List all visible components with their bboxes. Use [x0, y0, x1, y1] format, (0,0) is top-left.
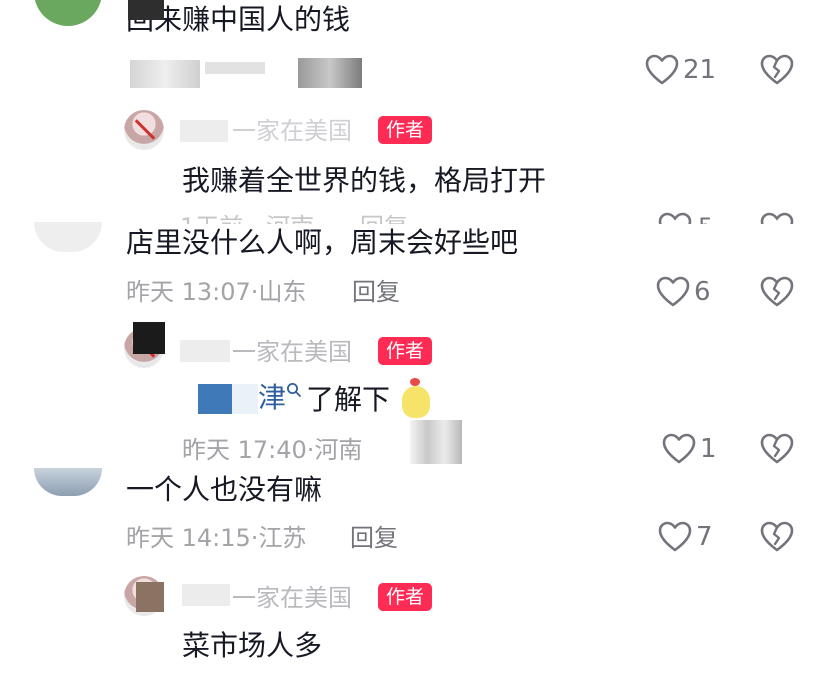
censor-block: [198, 384, 232, 414]
author-avatar[interactable]: [124, 110, 164, 150]
author-name[interactable]: 一家在美国: [232, 116, 352, 146]
blurred-name: [180, 340, 230, 362]
comment-text: 我赚着全世界的钱，格局打开: [182, 164, 547, 197]
dislike-button[interactable]: [760, 433, 794, 469]
blurred-reply-button[interactable]: [410, 420, 462, 464]
comment-text: 菜市场人多: [182, 629, 323, 662]
dislike-button[interactable]: [760, 54, 794, 90]
emoji-sticker: [402, 378, 430, 418]
reply-button[interactable]: 回复: [352, 277, 400, 307]
blurred-text: [232, 384, 258, 414]
dislike-button[interactable]: [760, 276, 794, 312]
like-count: 5: [698, 212, 713, 224]
author-name[interactable]: 一家在美国: [232, 337, 352, 367]
like-button[interactable]: 21: [645, 54, 716, 86]
author-badge: 作者: [378, 337, 433, 365]
commenter-avatar[interactable]: [34, 222, 102, 252]
commenter-avatar[interactable]: [34, 468, 102, 496]
like-count: 7: [696, 522, 713, 552]
censor-block: [136, 582, 164, 612]
censor-block: [133, 322, 165, 354]
blurred-meta: [298, 58, 362, 88]
reply-button[interactable]: 回复: [350, 523, 398, 553]
blurred-meta: [130, 60, 200, 88]
like-button[interactable]: 1: [662, 433, 717, 465]
like-button[interactable]: 6: [656, 276, 711, 308]
broken-heart-icon: [760, 54, 794, 90]
commenter-avatar[interactable]: [34, 0, 102, 26]
dislike-button[interactable]: [760, 521, 794, 557]
comment-location: 江苏: [258, 524, 307, 552]
broken-heart-icon: [760, 433, 794, 469]
comment-text: 了解下: [306, 383, 391, 416]
author-badge: 作者: [378, 583, 433, 611]
broken-heart-icon: [760, 521, 794, 557]
comment-text: 一个人也没有嘛: [126, 473, 323, 506]
heart-outline-icon: [656, 276, 690, 308]
author-name[interactable]: 一家在美国: [232, 583, 352, 613]
comment-location: 山东: [258, 278, 307, 306]
comment-text-clip: 回来赚中国人的钱: [126, 0, 386, 34]
censor-block: [128, 0, 164, 20]
like-count: 21: [683, 55, 717, 85]
like-count: 6: [694, 277, 711, 307]
comment-text: 店里没什么人啊，周末会好些吧: [126, 226, 519, 259]
comment-time: 昨天 14:15: [126, 524, 251, 552]
link-keyword[interactable]: 津: [258, 381, 286, 415]
like-button[interactable]: 7: [658, 521, 713, 553]
covered-meta-row: 1天前 · 河南 回复 5: [180, 212, 820, 224]
comment-time: 昨天 17:40: [182, 436, 307, 464]
comment-meta: 昨天 17:40·河南: [182, 436, 363, 464]
heart-outline-icon: [645, 54, 679, 86]
heart-outline-icon: [662, 433, 696, 465]
comment-meta: 昨天 13:07·山东: [126, 278, 307, 306]
comment-location: 河南: [314, 436, 363, 464]
comment-time: 昨天 13:07: [126, 278, 251, 306]
author-badge: 作者: [378, 116, 433, 144]
blurred-meta: [205, 62, 265, 74]
heart-outline-icon: [658, 521, 692, 553]
search-icon: [286, 382, 302, 402]
comment-meta: 昨天 14:15·江苏: [126, 524, 307, 552]
blurred-name: [182, 584, 230, 606]
blurred-name: [180, 120, 228, 142]
broken-heart-icon: [760, 276, 794, 312]
like-count: 1: [700, 434, 717, 464]
